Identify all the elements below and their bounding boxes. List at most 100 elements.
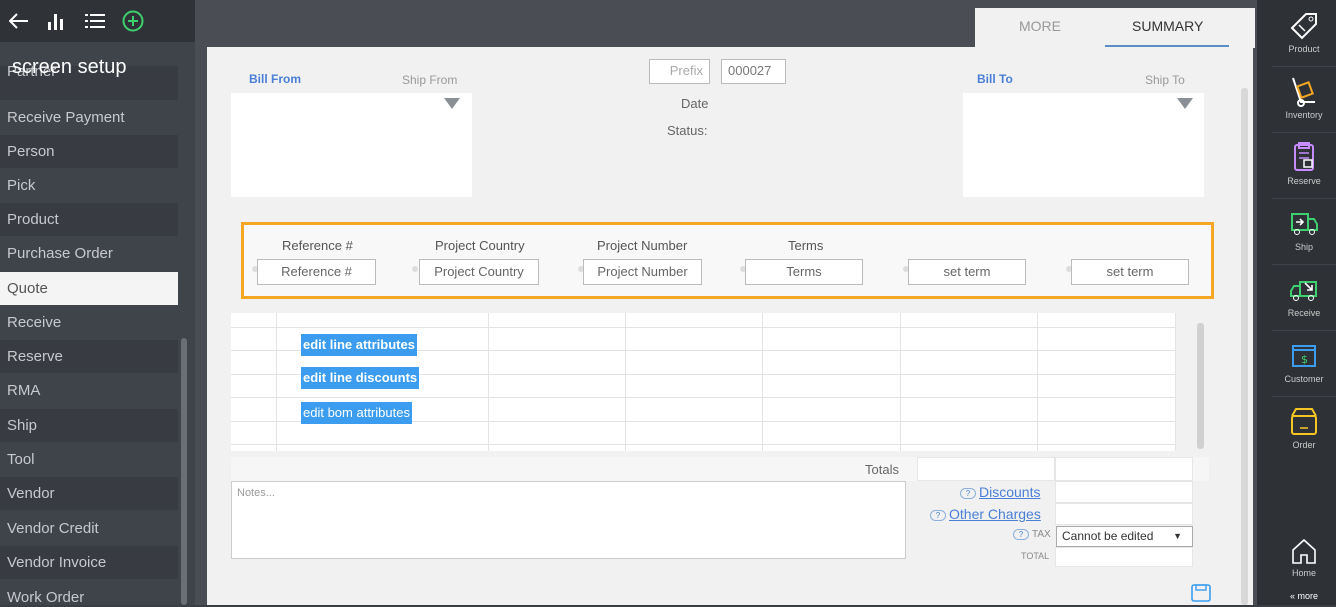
grid-scrollbar[interactable] bbox=[1197, 323, 1204, 449]
main-scrollbar[interactable] bbox=[1241, 88, 1248, 605]
ship-to-label[interactable]: Ship To bbox=[1145, 73, 1185, 87]
set-term-input[interactable]: set term bbox=[1071, 259, 1189, 285]
sidebar-item-vendor-invoice[interactable]: Vendor Invoice bbox=[0, 546, 178, 579]
back-arrow-icon[interactable] bbox=[0, 0, 38, 42]
customer-action[interactable]: $ Customer bbox=[1272, 332, 1336, 396]
terms-input[interactable]: Terms bbox=[745, 259, 863, 285]
reserve-action[interactable]: Reserve bbox=[1272, 134, 1336, 198]
grid-line bbox=[231, 444, 1176, 445]
ship-action[interactable]: Ship bbox=[1272, 200, 1336, 264]
divider bbox=[1272, 66, 1336, 67]
project-number-input[interactable]: Project Number bbox=[583, 259, 702, 285]
notes-textarea[interactable]: Notes... bbox=[231, 481, 906, 559]
reference-input[interactable]: Reference # bbox=[257, 259, 376, 285]
order-action[interactable]: Order bbox=[1272, 398, 1336, 462]
sidebar-item-purchase-order[interactable]: Purchase Order bbox=[0, 237, 178, 270]
tab-more[interactable]: MORE bbox=[1019, 18, 1061, 34]
order-action-label: Order bbox=[1292, 440, 1316, 450]
sidebar-item-tool[interactable]: Tool bbox=[0, 443, 178, 476]
bill-to-address-box[interactable] bbox=[963, 93, 1204, 197]
discounts-link[interactable]: ? Discounts bbox=[960, 484, 1040, 500]
project-country-header: Project Country bbox=[435, 238, 525, 253]
sidebar-scrollbar[interactable] bbox=[181, 338, 187, 605]
sidebar-menu: Partner Receive Payment Person Pick Prod… bbox=[0, 66, 178, 605]
edit-line-attributes-button[interactable]: edit line attributes bbox=[301, 334, 417, 356]
sidebar-item-quote[interactable]: Quote bbox=[0, 272, 178, 305]
reference-panel: Reference # Project Country Project Numb… bbox=[241, 222, 1214, 299]
sidebar-item-vendor-credit[interactable]: Vendor Credit bbox=[0, 512, 178, 545]
project-country-input[interactable]: Project Country bbox=[419, 259, 539, 285]
bar-chart-icon[interactable] bbox=[38, 0, 76, 42]
tax-select[interactable]: Cannot be edited ▼ bbox=[1056, 526, 1193, 547]
sidebar-item-pick[interactable]: Pick bbox=[0, 169, 178, 202]
sidebar-item-person[interactable]: Person bbox=[0, 135, 178, 168]
dropdown-triangle-icon[interactable] bbox=[1177, 98, 1193, 109]
home-action[interactable]: Home bbox=[1272, 530, 1336, 594]
product-action[interactable]: Product bbox=[1272, 2, 1336, 66]
dropdown-triangle-icon[interactable] bbox=[444, 98, 460, 109]
inventory-action-label: Inventory bbox=[1285, 110, 1323, 120]
other-charges-link[interactable]: ? Other Charges bbox=[930, 506, 1041, 522]
customer-money-icon: $ bbox=[1292, 345, 1316, 367]
terms-header: Terms bbox=[788, 238, 824, 253]
other-charges-link-text[interactable]: Other Charges bbox=[949, 506, 1041, 522]
home-icon bbox=[1292, 538, 1316, 564]
grid-line bbox=[1175, 313, 1176, 451]
home-label: Home bbox=[1291, 568, 1316, 578]
grid-line bbox=[762, 313, 763, 451]
doc-number-input[interactable]: 000027 bbox=[721, 59, 786, 84]
sidebar-item-reserve[interactable]: Reserve bbox=[0, 340, 178, 373]
list-icon[interactable] bbox=[76, 0, 114, 42]
sidebar-item-rma[interactable]: RMA bbox=[0, 374, 178, 407]
grid-line bbox=[625, 313, 626, 451]
edit-bom-attributes-button[interactable]: edit bom attributes bbox=[301, 402, 412, 424]
edit-line-discounts-button[interactable]: edit line discounts bbox=[301, 367, 420, 389]
discounts-value bbox=[1055, 481, 1193, 503]
tax-label: ? TAX bbox=[1013, 529, 1051, 540]
sidebar-item-work-order[interactable]: Work Order bbox=[0, 581, 178, 605]
prefix-input[interactable]: Prefix bbox=[649, 59, 710, 84]
sidebar-item-receive[interactable]: Receive bbox=[0, 306, 178, 339]
left-toolbar bbox=[0, 0, 195, 42]
reference-header: Reference # bbox=[282, 238, 353, 253]
totals-cell bbox=[1055, 457, 1193, 481]
truck-icon bbox=[1291, 213, 1318, 235]
product-action-label: Product bbox=[1288, 44, 1320, 54]
customer-action-label: Customer bbox=[1284, 374, 1324, 384]
bill-to-label[interactable]: Bill To bbox=[977, 72, 1013, 86]
svg-text:$: $ bbox=[1301, 353, 1308, 366]
receive-action[interactable]: Receive bbox=[1272, 266, 1336, 330]
receive-action-label: Receive bbox=[1287, 308, 1321, 318]
add-circle-icon[interactable] bbox=[114, 0, 152, 42]
tax-select-value: Cannot be edited bbox=[1062, 529, 1154, 543]
divider bbox=[1272, 198, 1336, 199]
tab-summary[interactable]: SUMMARY bbox=[1132, 18, 1203, 34]
grid-line bbox=[488, 313, 489, 451]
sidebar-item-ship[interactable]: Ship bbox=[0, 409, 178, 442]
save-icon[interactable] bbox=[1191, 584, 1211, 607]
tag-icon bbox=[1290, 13, 1317, 40]
inventory-action[interactable]: Inventory bbox=[1272, 68, 1336, 132]
clipboard-icon bbox=[1294, 142, 1314, 171]
tax-label-text: TAX bbox=[1032, 529, 1051, 541]
bill-from-label[interactable]: Bill From bbox=[249, 72, 301, 86]
grid-line bbox=[900, 313, 901, 451]
help-bubble-icon: ? bbox=[930, 509, 946, 521]
other-charges-value bbox=[1055, 503, 1193, 525]
ship-action-label: Ship bbox=[1294, 242, 1313, 252]
totals-label: Totals bbox=[865, 462, 899, 477]
set-term-input[interactable]: set term bbox=[908, 259, 1026, 285]
discounts-link-text[interactable]: Discounts bbox=[979, 484, 1040, 500]
sidebar-item-vendor[interactable]: Vendor bbox=[0, 477, 178, 510]
ship-from-label[interactable]: Ship From bbox=[402, 73, 457, 87]
field-dot bbox=[412, 266, 418, 272]
project-number-header: Project Number bbox=[597, 238, 688, 253]
line-items-grid[interactable]: edit line attributes edit line discounts… bbox=[231, 313, 1176, 451]
caret-down-icon: ▼ bbox=[1173, 531, 1182, 541]
bill-from-address-box[interactable] bbox=[231, 93, 472, 197]
more-link[interactable]: « more bbox=[1272, 591, 1336, 601]
sidebar-item-product[interactable]: Product bbox=[0, 203, 178, 236]
total-label: TOTAL bbox=[1021, 551, 1050, 561]
grid-line bbox=[231, 327, 1176, 328]
sidebar-item-receive-payment[interactable]: Receive Payment bbox=[0, 101, 178, 134]
